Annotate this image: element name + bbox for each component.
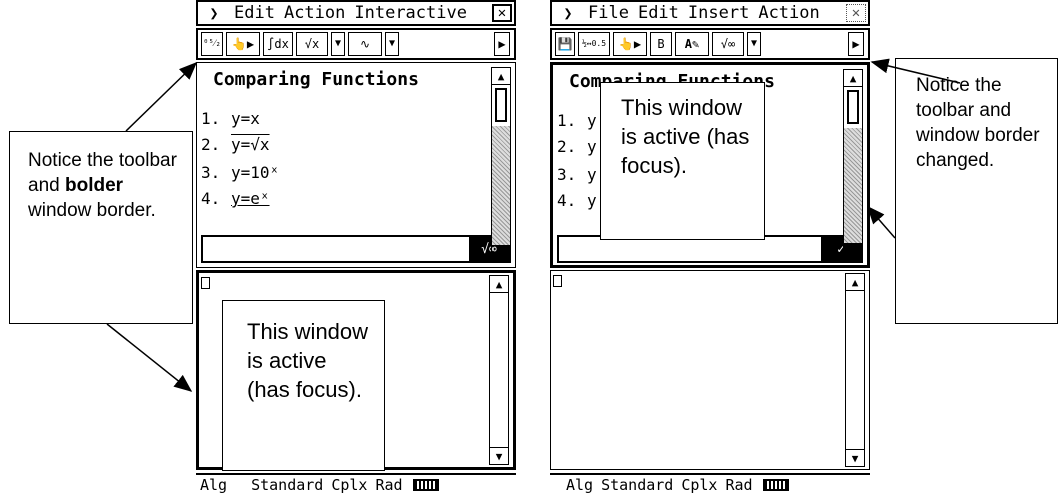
callout-arrows [106,58,961,392]
arrow-to-right-border [867,205,896,239]
arrow-to-right-toolbar [870,58,961,84]
arrow-to-left-toolbar [125,61,198,132]
arrow-to-left-active-pane [106,323,193,392]
